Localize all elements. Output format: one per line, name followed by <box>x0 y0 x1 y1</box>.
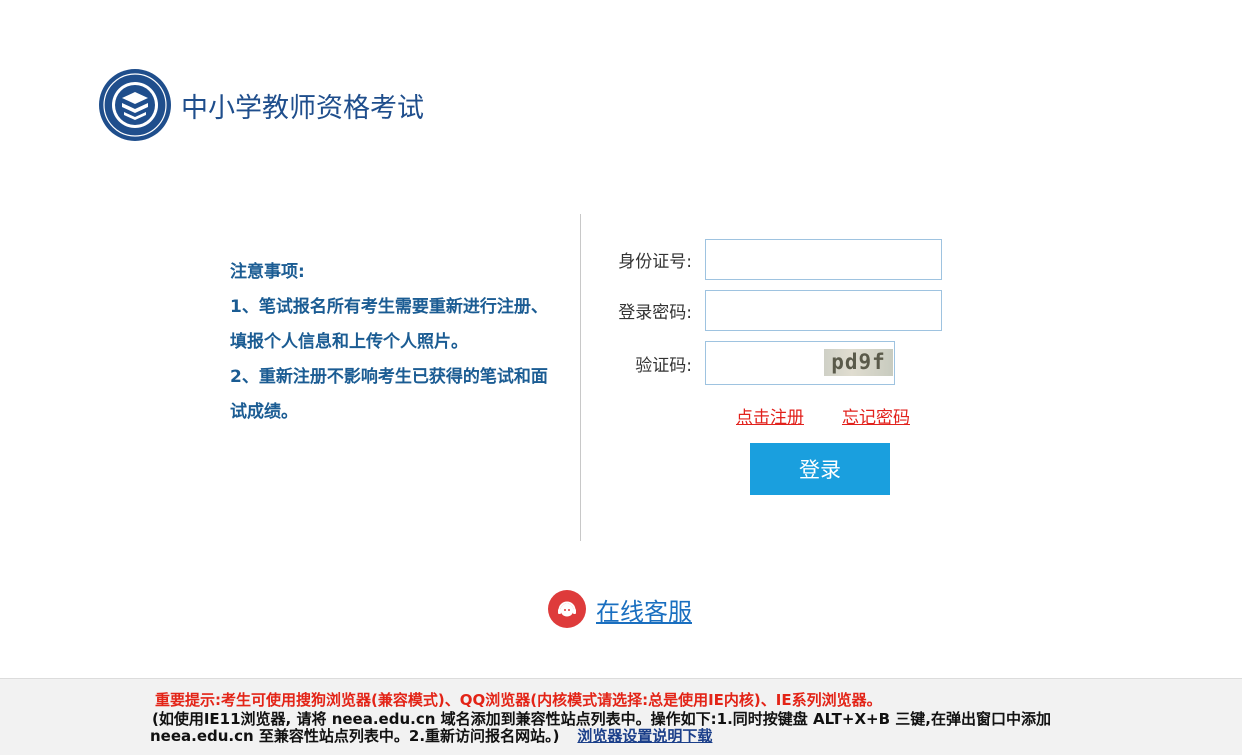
education-emblem-icon <box>99 69 171 141</box>
online-service[interactable]: 在线客服 <box>548 590 692 628</box>
footer-notice: 重要提示:考生可使用搜狗浏览器(兼容模式)、QQ浏览器(内核模式请选择:总是使用… <box>0 678 1242 755</box>
captcha-row: 验证码: pd9f <box>600 341 895 385</box>
browser-settings-link[interactable]: 浏览器设置说明下载 <box>577 727 712 745</box>
password-label: 登录密码: <box>618 303 692 323</box>
footer-warning: 重要提示:考生可使用搜狗浏览器(兼容模式)、QQ浏览器(内核模式请选择:总是使用… <box>155 691 882 709</box>
site-logo: 中小学教师资格考试 <box>98 68 424 142</box>
id-number-row: 身份证号: <box>600 239 942 280</box>
id-number-label: 身份证号: <box>618 252 692 272</box>
footer-instructions-2: neea.edu.cn 至兼容性站点列表中。2.重新访问报名网站。) 浏览器设置说… <box>150 725 712 746</box>
forgot-password-link[interactable]: 忘记密码 <box>842 408 910 428</box>
customer-service-headset-icon <box>548 590 586 628</box>
captcha-field: pd9f <box>705 341 895 385</box>
notice-panel: 注意事项: 1、笔试报名所有考生需要重新进行注册、填报个人信息和上传个人照片。 … <box>230 255 560 430</box>
site-title: 中小学教师资格考试 <box>181 92 424 124</box>
captcha-label: 验证码: <box>635 355 692 376</box>
notice-item-2: 2、重新注册不影响考生已获得的笔试和面试成绩。 <box>230 367 548 422</box>
vertical-divider <box>580 214 581 541</box>
notice-title: 注意事项: <box>230 262 305 282</box>
captcha-image[interactable]: pd9f <box>824 349 893 376</box>
login-button[interactable]: 登录 <box>750 443 890 495</box>
register-link[interactable]: 点击注册 <box>736 408 804 428</box>
password-input[interactable] <box>705 290 942 331</box>
id-number-input[interactable] <box>705 239 942 280</box>
online-service-link[interactable]: 在线客服 <box>596 592 692 627</box>
footer-instructions-2-text: neea.edu.cn 至兼容性站点列表中。2.重新访问报名网站。) <box>150 727 560 745</box>
notice-item-1: 1、笔试报名所有考生需要重新进行注册、填报个人信息和上传个人照片。 <box>230 297 548 352</box>
captcha-input[interactable] <box>706 342 820 384</box>
password-row: 登录密码: <box>600 290 942 331</box>
account-links: 点击注册 忘记密码 <box>736 403 910 428</box>
